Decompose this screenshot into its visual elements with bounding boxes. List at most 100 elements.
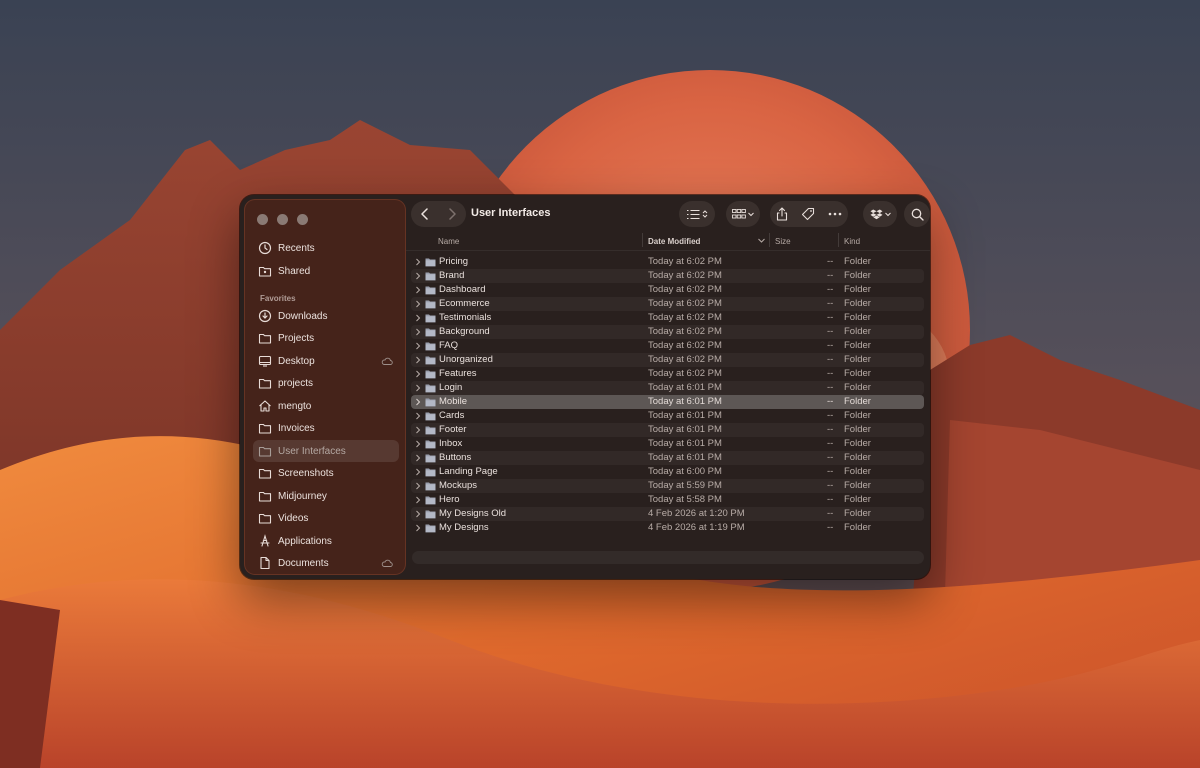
minimize-window-button[interactable] <box>277 214 288 225</box>
sidebar-item-user-interfaces[interactable]: User Interfaces <box>253 440 399 462</box>
sidebar-item-midjourney[interactable]: Midjourney <box>253 485 399 507</box>
group-button[interactable] <box>726 201 760 227</box>
file-kind: Folder <box>844 494 871 505</box>
sidebar-item-label: Recents <box>278 242 315 254</box>
file-row[interactable]: Background Today at 6:02 PM -- Folder <box>411 325 924 339</box>
close-window-button[interactable] <box>257 214 268 225</box>
column-header-size[interactable]: Size <box>775 232 791 250</box>
file-row[interactable]: My Designs Old 4 Feb 2026 at 1:20 PM -- Fol… <box>411 507 924 521</box>
disclosure-chevron-icon[interactable] <box>415 370 421 378</box>
disclosure-chevron-icon[interactable] <box>415 328 421 336</box>
file-row[interactable]: Pricing Today at 6:02 PM -- Folder <box>411 255 924 269</box>
view-options-button[interactable] <box>679 201 715 227</box>
back-button[interactable] <box>416 205 434 223</box>
dropbox-button[interactable] <box>863 201 897 227</box>
disclosure-chevron-icon[interactable] <box>415 482 421 490</box>
column-divider[interactable] <box>838 233 839 247</box>
file-date: Today at 6:00 PM <box>648 466 722 477</box>
disclosure-chevron-icon[interactable] <box>415 524 421 532</box>
file-row[interactable]: My Designs 4 Feb 2026 at 1:19 PM -- Folder <box>411 521 924 535</box>
sidebar-item-recents[interactable]: Recents <box>253 237 399 259</box>
sidebar-item-mengto[interactable]: mengto <box>253 395 399 417</box>
horizontal-scrollbar[interactable] <box>412 551 924 564</box>
column-header-kind[interactable]: Kind <box>844 232 860 250</box>
disclosure-chevron-icon[interactable] <box>415 454 421 462</box>
disclosure-chevron-icon[interactable] <box>415 426 421 434</box>
document-icon <box>258 556 272 570</box>
folder-icon <box>425 524 436 533</box>
folder-icon <box>425 440 436 449</box>
sidebar-item-applications[interactable]: Applications <box>253 530 399 552</box>
file-date: Today at 6:01 PM <box>648 452 722 463</box>
file-row[interactable]: Landing Page Today at 6:00 PM -- Folder <box>411 465 924 479</box>
sidebar-item-screenshots[interactable]: Screenshots <box>253 462 399 484</box>
file-row[interactable]: Mockups Today at 5:59 PM -- Folder <box>411 479 924 493</box>
folder-icon <box>425 300 436 309</box>
file-row[interactable]: Ecommerce Today at 6:02 PM -- Folder <box>411 297 924 311</box>
disclosure-chevron-icon[interactable] <box>415 314 421 322</box>
more-button[interactable] <box>828 201 842 227</box>
file-kind: Folder <box>844 256 871 267</box>
file-row[interactable]: Inbox Today at 6:01 PM -- Folder <box>411 437 924 451</box>
file-date: Today at 6:02 PM <box>648 354 722 365</box>
share-button[interactable] <box>776 201 788 227</box>
disclosure-chevron-icon[interactable] <box>415 384 421 392</box>
sidebar-item-desktop[interactable]: Desktop <box>253 350 399 372</box>
sidebar-item-projects[interactable]: Projects <box>253 327 399 349</box>
file-row[interactable]: Hero Today at 5:58 PM -- Folder <box>411 493 924 507</box>
disclosure-chevron-icon[interactable] <box>415 510 421 518</box>
sidebar-item-label: mengto <box>278 400 312 412</box>
zoom-window-button[interactable] <box>297 214 308 225</box>
sidebar-item-label: projects <box>278 377 314 389</box>
file-row[interactable]: Features Today at 6:02 PM -- Folder <box>411 367 924 381</box>
dropbox-icon <box>870 209 882 219</box>
sidebar-item-documents[interactable]: Documents <box>253 552 399 574</box>
file-row[interactable]: Login Today at 6:01 PM -- Folder <box>411 381 924 395</box>
file-row[interactable]: FAQ Today at 6:02 PM -- Folder <box>411 339 924 353</box>
disclosure-chevron-icon[interactable] <box>415 300 421 308</box>
file-row[interactable]: Unorganized Today at 6:02 PM -- Folder <box>411 353 924 367</box>
file-name: Features <box>439 368 477 379</box>
folder-icon <box>425 454 436 463</box>
file-browser: User Interfaces Name Date Modified Size … <box>406 195 930 579</box>
disclosure-chevron-icon[interactable] <box>415 342 421 350</box>
sidebar-item-invoices[interactable]: Invoices <box>253 417 399 439</box>
file-name: FAQ <box>439 340 459 351</box>
disclosure-chevron-icon[interactable] <box>415 412 421 420</box>
clock-icon <box>258 241 272 255</box>
disclosure-chevron-icon[interactable] <box>415 398 421 406</box>
file-size: -- <box>827 494 834 505</box>
file-row[interactable]: Brand Today at 6:02 PM -- Folder <box>411 269 924 283</box>
sidebar-item-videos[interactable]: Videos <box>253 507 399 529</box>
sidebar-item-projects-lower[interactable]: projects <box>253 372 399 394</box>
column-divider[interactable] <box>769 233 770 247</box>
file-date: Today at 6:02 PM <box>648 312 722 323</box>
column-header-date-modified[interactable]: Date Modified <box>648 232 765 250</box>
tag-button[interactable] <box>801 201 815 227</box>
disclosure-chevron-icon[interactable] <box>415 496 421 504</box>
file-row[interactable]: Dashboard Today at 6:02 PM -- Folder <box>411 283 924 297</box>
search-button[interactable] <box>904 201 930 227</box>
file-name: Mockups <box>439 480 478 491</box>
chevron-right-icon <box>449 208 456 220</box>
file-row[interactable]: Testimonials Today at 6:02 PM -- Folder <box>411 311 924 325</box>
file-size: -- <box>827 312 834 323</box>
column-divider[interactable] <box>642 233 643 247</box>
file-row[interactable]: Buttons Today at 6:01 PM -- Folder <box>411 451 924 465</box>
disclosure-chevron-icon[interactable] <box>415 286 421 294</box>
file-row[interactable]: Cards Today at 6:01 PM -- Folder <box>411 409 924 423</box>
file-kind: Folder <box>844 466 871 477</box>
disclosure-chevron-icon[interactable] <box>415 468 421 476</box>
sidebar-item-shared[interactable]: Shared <box>253 260 399 282</box>
disclosure-chevron-icon[interactable] <box>415 272 421 280</box>
disclosure-chevron-icon[interactable] <box>415 440 421 448</box>
folder-icon <box>258 466 272 480</box>
disclosure-chevron-icon[interactable] <box>415 356 421 364</box>
column-header-name[interactable]: Name <box>438 232 459 250</box>
file-row-selected[interactable]: Mobile Today at 6:01 PM -- Folder <box>411 395 924 409</box>
disclosure-chevron-icon[interactable] <box>415 258 421 266</box>
forward-button[interactable] <box>443 205 461 223</box>
finder-window: Recents Shared Favorites Downloads Proje… <box>240 195 930 579</box>
file-row[interactable]: Footer Today at 6:01 PM -- Folder <box>411 423 924 437</box>
sidebar-item-downloads[interactable]: Downloads <box>253 305 399 327</box>
